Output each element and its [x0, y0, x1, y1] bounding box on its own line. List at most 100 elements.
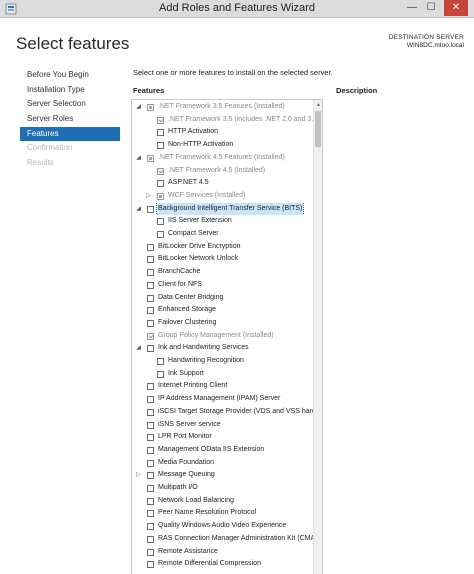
feature-row[interactable]: Data Center Bridging [132, 292, 314, 305]
feature-checkbox[interactable] [147, 383, 154, 391]
feature-row[interactable]: .NET Framework 4.5 (Installed) [132, 165, 314, 178]
feature-row[interactable]: ▷ Message Queuing [132, 469, 314, 482]
feature-row[interactable]: Group Policy Management (Installed) [132, 330, 314, 343]
feature-checkbox[interactable] [157, 370, 164, 378]
feature-checkbox[interactable] [147, 485, 154, 492]
feature-row[interactable]: Non-HTTP Activation [132, 139, 314, 152]
feature-row[interactable]: .NET Framework 3.5 (includes .NET 2.0 an… [132, 114, 314, 127]
feature-row[interactable]: Compact Server [132, 228, 314, 241]
expand-arrow-icon[interactable]: ◢ [135, 101, 142, 114]
feature-row[interactable]: ◢ .NET Framework 4.5 Features (Installed) [132, 152, 314, 165]
feature-checkbox[interactable] [147, 396, 154, 404]
feature-row[interactable]: ◢ Ink and Handwriting Services [132, 342, 314, 355]
feature-checkbox[interactable] [147, 307, 154, 315]
feature-row[interactable]: BitLocker Drive Encryption [132, 241, 314, 254]
nav-item-before-you-begin[interactable]: Before You Begin [20, 68, 120, 83]
nav-item-results: Results [27, 158, 54, 168]
title-bar: Add Roles and Features Wizard — ☐ ✕ [0, 0, 474, 18]
nav-item-installation-type[interactable]: Installation Type [20, 83, 120, 98]
expand-arrow-icon[interactable]: ◢ [135, 342, 142, 355]
feature-row[interactable]: Remote Differential Compression [132, 558, 314, 571]
collapse-arrow-icon[interactable]: ▷ [145, 190, 152, 203]
feature-label: Ink and Handwriting Services [158, 344, 249, 352]
feature-checkbox[interactable] [157, 180, 164, 188]
feature-checkbox[interactable] [147, 459, 154, 467]
expand-arrow-icon[interactable]: ◢ [135, 203, 142, 216]
feature-checkbox[interactable] [157, 231, 164, 238]
feature-row[interactable]: ASP.NET 4.5 [132, 177, 314, 190]
feature-checkbox[interactable] [147, 319, 154, 327]
feature-checkbox [157, 116, 164, 124]
feature-checkbox[interactable] [147, 256, 154, 264]
collapse-arrow-icon[interactable]: ▷ [135, 469, 142, 482]
tree-scrollbar[interactable]: ▲ [313, 100, 322, 574]
close-button[interactable]: ✕ [444, 0, 468, 16]
minimize-button[interactable]: — [404, 0, 420, 16]
feature-row[interactable]: Ink Support [132, 368, 314, 381]
feature-row[interactable]: ▷ WCF Services (Installed) [132, 190, 314, 203]
feature-checkbox[interactable] [147, 446, 154, 454]
feature-row[interactable]: BitLocker Network Unlock [132, 253, 314, 266]
feature-row[interactable]: IP Address Management (IPAM) Server [132, 393, 314, 406]
feature-checkbox[interactable] [147, 434, 154, 442]
feature-row[interactable]: Peer Name Resolution Protocol [132, 507, 314, 520]
feature-checkbox[interactable] [147, 535, 154, 543]
feature-checkbox[interactable] [147, 523, 154, 531]
feature-row[interactable]: Media Foundation [132, 457, 314, 470]
feature-row[interactable]: Handwriting Recognition [132, 355, 314, 368]
feature-row[interactable]: iSCSI Target Storage Provider (VDS and V… [132, 406, 314, 419]
features-tree[interactable]: Remote Differential Compression Remote As… [131, 99, 323, 574]
feature-label: Compact Server [168, 230, 219, 237]
feature-row[interactable]: LPR Port Monitor [132, 431, 314, 444]
feature-checkbox[interactable] [147, 408, 154, 416]
feature-checkbox[interactable] [147, 205, 154, 213]
feature-checkbox[interactable] [147, 497, 154, 505]
feature-label: .NET Framework 4.5 Features (Installed) [158, 153, 285, 161]
feature-checkbox[interactable] [157, 218, 164, 226]
feature-checkbox[interactable] [157, 358, 164, 365]
feature-checkbox[interactable] [157, 129, 164, 137]
feature-label: IP Address Management (IPAM) Server [158, 395, 281, 403]
feature-checkbox[interactable] [147, 281, 154, 289]
feature-row[interactable]: Failover Clustering [132, 317, 314, 330]
feature-row[interactable]: iSNS Server service [132, 419, 314, 432]
feature-row[interactable]: ◢ Background Intelligent Transfer Service… [132, 202, 314, 216]
feature-checkbox[interactable] [147, 345, 154, 353]
feature-checkbox[interactable] [147, 269, 154, 277]
feature-checkbox[interactable] [157, 142, 164, 150]
feature-row[interactable]: IIS Server Extension [132, 215, 314, 228]
feature-row[interactable]: Internet Printing Client [132, 380, 314, 393]
page-title: Select features [16, 34, 130, 53]
maximize-button[interactable]: ☐ [423, 0, 439, 16]
feature-row[interactable]: Remote Assistance [132, 546, 314, 559]
feature-checkbox[interactable] [147, 561, 154, 569]
feature-label: Handwriting Recognition [168, 357, 244, 364]
feature-row[interactable]: BranchCache [132, 266, 314, 279]
feature-checkbox[interactable] [147, 472, 154, 480]
feature-row[interactable]: Client for NFS [132, 279, 314, 292]
feature-checkbox[interactable] [147, 510, 154, 518]
feature-label: .NET Framework 4.5 (Installed) [168, 166, 266, 174]
feature-row[interactable]: Network Load Balancing [132, 495, 314, 508]
feature-row[interactable]: Management OData IIS Extension [132, 444, 314, 457]
feature-checkbox[interactable] [147, 548, 154, 556]
expand-arrow-icon[interactable]: ◢ [135, 152, 142, 165]
feature-checkbox[interactable] [147, 294, 154, 302]
nav-item-server-selection[interactable]: Server Selection [20, 97, 120, 112]
feature-checkbox[interactable] [147, 243, 154, 251]
feature-row[interactable]: Quality Windows Audio Video Experience [132, 520, 314, 533]
feature-label: .NET Framework 3.5 Features (Installed) [158, 103, 285, 110]
feature-row[interactable]: ◢ .NET Framework 3.5 Features (Installed) [132, 101, 314, 114]
feature-label: HTTP Activation [168, 128, 219, 136]
destination-server-name: WIN8DC.mtoo.local [406, 42, 464, 49]
feature-row[interactable]: Enhanced Storage [132, 304, 314, 317]
destination-server-label: DESTINATION SERVER [388, 34, 464, 41]
nav-item-server-roles[interactable]: Server Roles [20, 112, 120, 127]
feature-row[interactable]: HTTP Activation [132, 126, 314, 139]
feature-row[interactable]: RAS Connection Manager Administration Ki… [132, 533, 314, 546]
nav-item-features[interactable]: Features [20, 126, 120, 142]
scroll-thumb[interactable] [315, 111, 321, 147]
feature-checkbox[interactable] [147, 421, 154, 429]
scroll-up-arrow-icon[interactable]: ▲ [315, 101, 322, 109]
feature-row[interactable]: Multipath I/O [132, 482, 314, 495]
